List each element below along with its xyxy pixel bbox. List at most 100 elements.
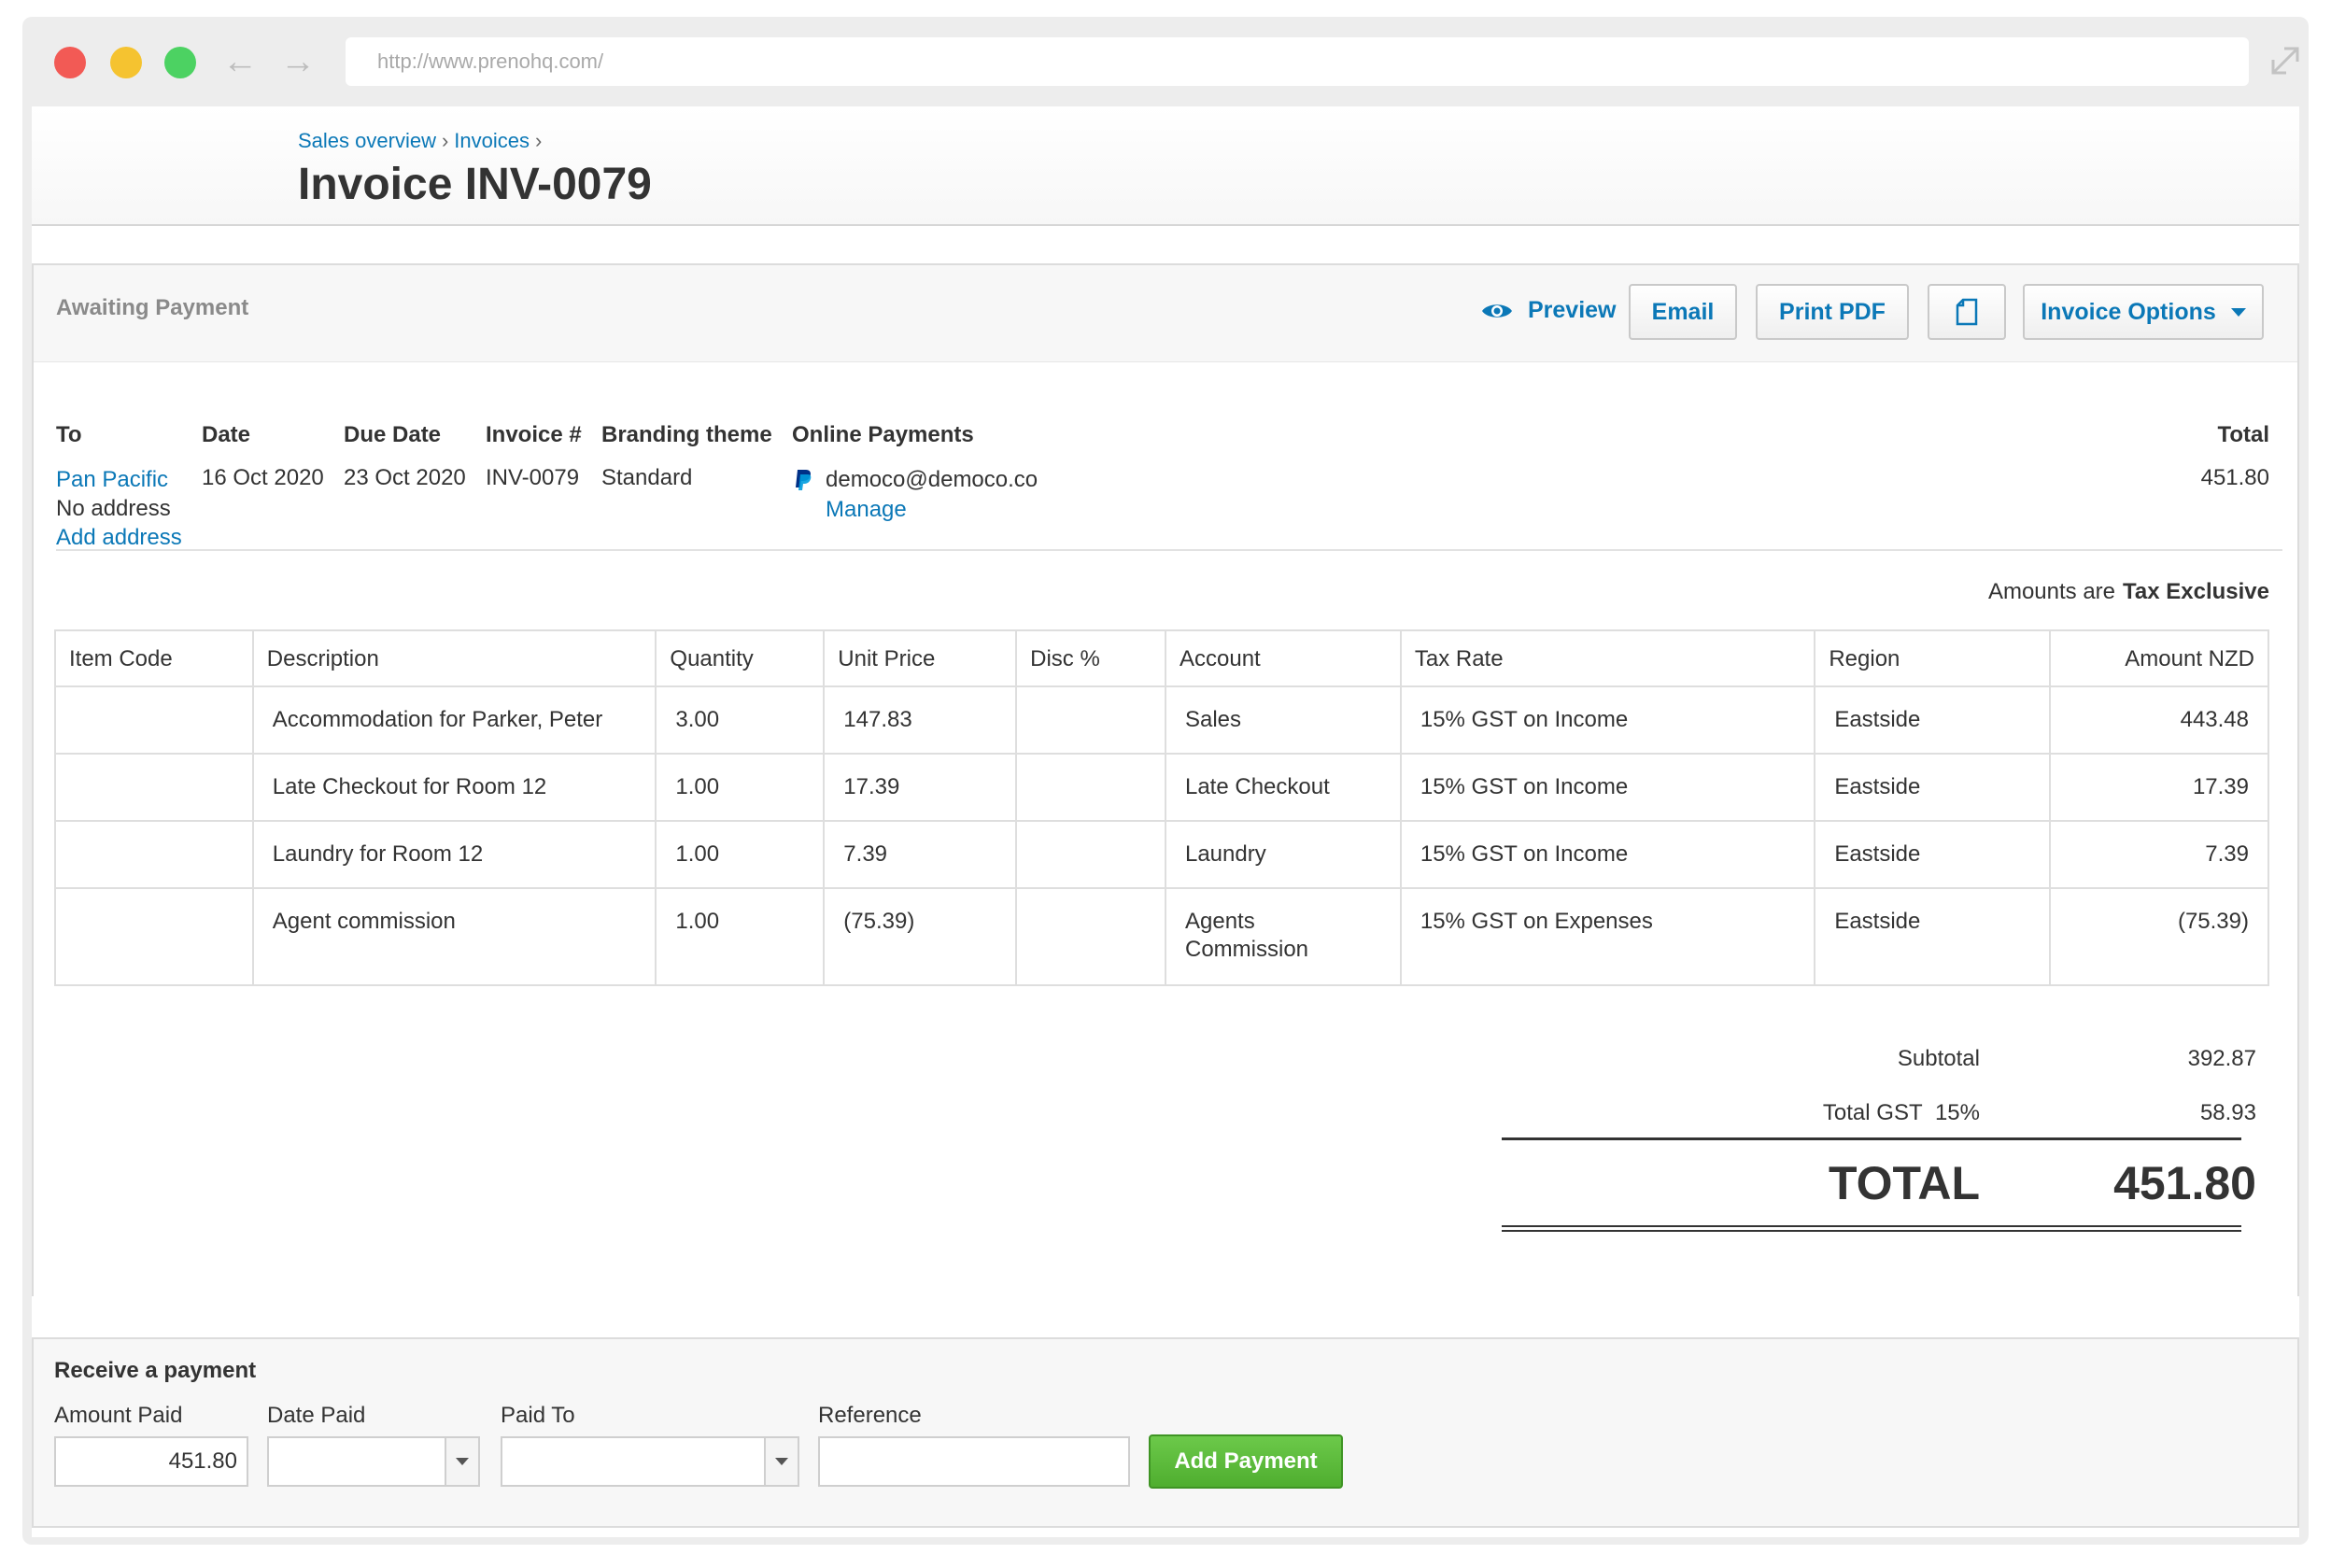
paypal-icon (796, 470, 812, 490)
cell-quantity: 3.00 (655, 685, 826, 755)
cell-region: Eastside (1814, 685, 2052, 755)
column-header-item-code: Item Code (54, 629, 254, 687)
breadcrumb: Sales overview › Invoices › (298, 129, 547, 153)
breadcrumb-invoices[interactable]: Invoices (454, 129, 530, 152)
copy-document-icon (1956, 298, 1978, 326)
table-row[interactable]: Laundry for Room 12 1.00 7.39 Laundry 15… (54, 820, 2269, 889)
gst-label: Total GST (1822, 1100, 1923, 1125)
cell-quantity: 1.00 (655, 820, 826, 889)
total-label: Total (2217, 422, 2269, 447)
date-picker-button[interactable] (445, 1438, 478, 1485)
date-paid-input[interactable] (267, 1436, 480, 1487)
online-payments-block: democo@democo.co Manage (794, 465, 1038, 525)
contact-link[interactable]: Pan Pacific (56, 465, 182, 494)
preview-link[interactable]: Preview (1481, 297, 1617, 324)
forward-arrow-icon[interactable]: → (280, 41, 316, 82)
cell-item-code (54, 685, 254, 755)
cell-disc (1015, 685, 1166, 755)
grand-total-label: TOTAL (1828, 1157, 1980, 1209)
status-label: Awaiting Payment (56, 295, 249, 320)
branding-theme-label: Branding theme (601, 422, 772, 447)
cell-item-code (54, 820, 254, 889)
cell-disc (1015, 820, 1166, 889)
cell-description: Laundry for Room 12 (251, 820, 657, 889)
column-header-amount: Amount NZD (2049, 629, 2269, 687)
cell-unit-price: 147.83 (823, 685, 1018, 755)
address-bar[interactable]: http://www.prenohq.com/ (346, 37, 2249, 86)
cell-tax-rate: 15% GST on Income (1399, 820, 1816, 889)
cell-description: Late Checkout for Room 12 (251, 753, 657, 822)
table-row[interactable]: Agent commission 1.00 (75.39) Agents Com… (54, 887, 2269, 986)
page-viewport: Sales overview › Invoices › Invoice INV-007… (32, 106, 2299, 1537)
invoice-number-label: Invoice # (486, 422, 582, 447)
invoice-options-button[interactable]: Invoice Options (2023, 284, 2264, 340)
invoice-options-label: Invoice Options (2041, 298, 2216, 325)
cell-account: Laundry (1164, 820, 1402, 889)
invoice-content: To Date Due Date Invoice # Branding them… (34, 362, 2297, 1296)
cell-amount: 17.39 (2049, 753, 2269, 822)
column-header-region: Region (1814, 629, 2052, 687)
copy-button[interactable] (1928, 284, 2006, 340)
chevron-down-icon (456, 1458, 469, 1465)
cell-unit-price: 17.39 (823, 753, 1018, 822)
column-header-disc: Disc % (1015, 629, 1166, 687)
chevron-down-icon (775, 1458, 788, 1465)
cell-description: Accommodation for Parker, Peter (251, 685, 657, 755)
amount-paid-label: Amount Paid (54, 1403, 183, 1428)
back-arrow-icon[interactable]: ← (222, 41, 258, 82)
subtotal-label: Subtotal (1897, 1046, 1980, 1071)
column-header-unit-price: Unit Price (823, 629, 1018, 687)
cell-tax-rate: 15% GST on Income (1399, 685, 1816, 755)
manage-payments-link[interactable]: Manage (826, 495, 1038, 525)
cell-item-code (54, 887, 254, 986)
table-row[interactable]: Accommodation for Parker, Peter 3.00 147… (54, 685, 2269, 755)
tax-mode-prefix: Amounts are (1987, 579, 2116, 604)
gst-label-block: Total GST 15% (1823, 1100, 1980, 1126)
paid-to-select[interactable] (501, 1436, 799, 1487)
reference-input[interactable] (818, 1436, 1130, 1487)
page-header: Sales overview › Invoices › Invoice INV-007… (32, 106, 2299, 226)
add-address-link[interactable]: Add address (56, 523, 182, 552)
email-button[interactable]: Email (1629, 284, 1737, 340)
print-pdf-button[interactable]: Print PDF (1756, 284, 1909, 340)
page-title: Invoice INV-0079 (298, 160, 652, 209)
breadcrumb-separator: › (441, 129, 449, 152)
cell-disc (1015, 753, 1166, 822)
to-label: To (56, 422, 82, 447)
cell-account: Sales (1164, 685, 1402, 755)
tax-mode-value[interactable]: Tax Exclusive (2123, 579, 2269, 604)
cell-region: Eastside (1814, 753, 2052, 822)
due-date-label: Due Date (344, 422, 442, 447)
subtotal-value: 392.87 (2187, 1046, 2256, 1071)
invoice-date: 16 Oct 2020 (202, 465, 324, 490)
cell-account: Late Checkout (1164, 753, 1402, 822)
receive-payment-title: Receive a payment (54, 1358, 257, 1383)
amount-paid-input[interactable]: 451.80 (54, 1436, 248, 1487)
close-window-button[interactable] (54, 47, 86, 78)
due-date: 23 Oct 2020 (344, 465, 466, 490)
cell-item-code (54, 753, 254, 822)
invoice-number: INV-0079 (486, 465, 580, 490)
cell-region: Eastside (1814, 820, 2052, 889)
add-payment-button[interactable]: Add Payment (1149, 1434, 1343, 1489)
column-header-tax-rate: Tax Rate (1399, 629, 1816, 687)
totals-double-rule (1502, 1225, 2241, 1232)
column-header-description: Description (251, 629, 657, 687)
cell-quantity: 1.00 (655, 887, 826, 986)
breadcrumb-sales-overview[interactable]: Sales overview (298, 129, 436, 152)
contact-address: No address (56, 496, 171, 521)
cell-unit-price: (75.39) (823, 887, 1018, 986)
expand-icon[interactable] (2264, 39, 2307, 82)
invoice-panel: Awaiting Payment Preview Email Print PDF (32, 263, 2299, 1296)
cell-tax-rate: 15% GST on Expenses (1399, 887, 1816, 986)
column-header-quantity: Quantity (655, 629, 826, 687)
table-row[interactable]: Late Checkout for Room 12 1.00 17.39 Lat… (54, 753, 2269, 822)
eye-icon (1482, 304, 1512, 318)
cell-disc (1015, 887, 1166, 986)
gst-value: 58.93 (2199, 1100, 2256, 1125)
minimize-window-button[interactable] (110, 47, 142, 78)
cell-amount: (75.39) (2049, 887, 2269, 986)
paid-to-dropdown-button[interactable] (764, 1438, 798, 1485)
maximize-window-button[interactable] (164, 47, 196, 78)
preview-label: Preview (1528, 297, 1617, 323)
